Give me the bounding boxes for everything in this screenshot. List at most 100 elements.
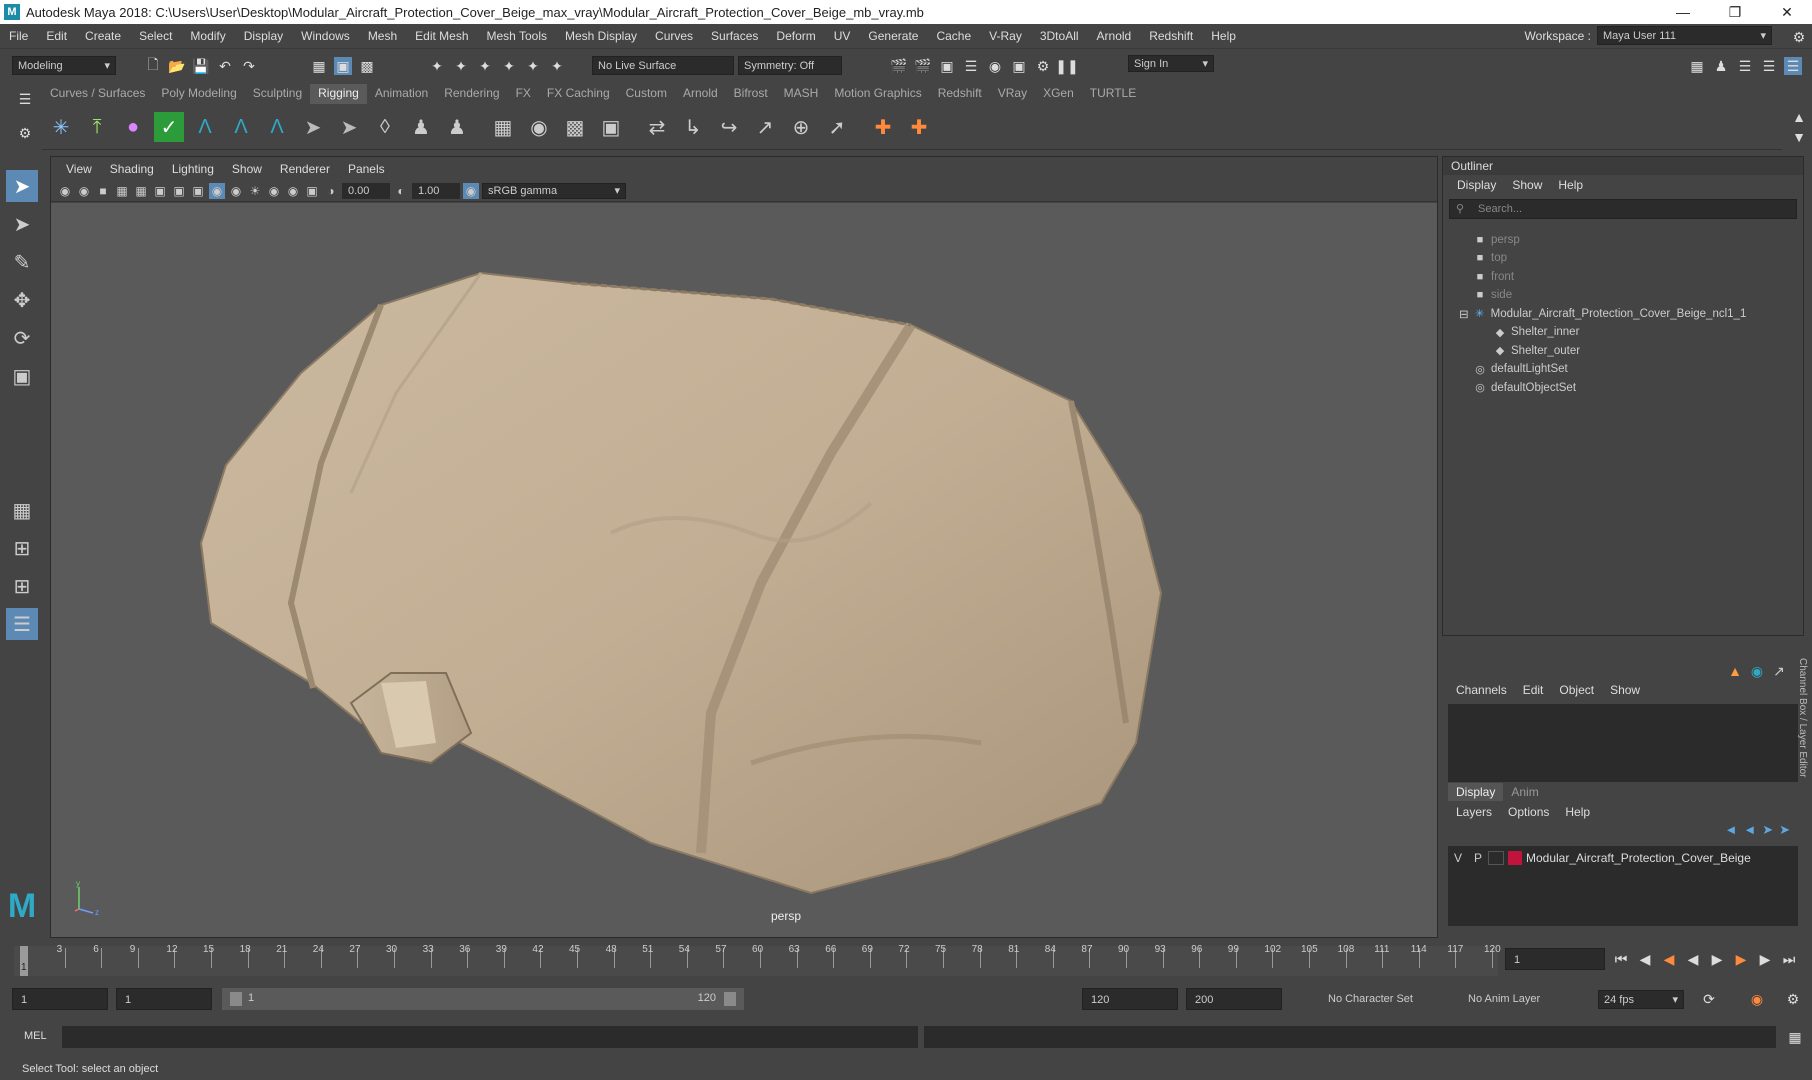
loop-icon[interactable]: ⟳	[1700, 990, 1718, 1008]
menu-edit[interactable]: Edit	[37, 29, 76, 43]
menu-surfaces[interactable]: Surfaces	[702, 29, 767, 43]
shelf-tab-custom[interactable]: Custom	[618, 84, 675, 104]
select-tool-icon[interactable]: ➤	[6, 170, 38, 202]
shelf-tab-xgen[interactable]: XGen	[1035, 84, 1082, 104]
menu-display[interactable]: Display	[235, 29, 292, 43]
command-language-label[interactable]: MEL	[24, 1030, 47, 1042]
select-hierarchy-icon[interactable]: ▦	[310, 57, 328, 75]
menu-curves[interactable]: Curves	[646, 29, 702, 43]
pole-vector-icon[interactable]: ➚	[822, 112, 852, 142]
live-surface-dropdown[interactable]: No Live Surface	[592, 56, 734, 75]
grid-icon[interactable]: ▦	[133, 183, 149, 199]
attribute-editor-toggle-icon[interactable]: ↗	[1770, 662, 1788, 680]
menu-mesh[interactable]: Mesh	[359, 29, 406, 43]
shelf-tab-vray[interactable]: VRay	[990, 84, 1035, 104]
snap-curve-icon[interactable]: ✦	[452, 57, 470, 75]
isolate-icon[interactable]: ▣	[304, 183, 320, 199]
wrap-deformer-icon[interactable]: ▩	[560, 112, 590, 142]
panel-menu-renderer[interactable]: Renderer	[271, 162, 339, 176]
auto-key-icon[interactable]: ◉	[1748, 990, 1766, 1008]
layer-row[interactable]: V P Modular_Aircraft_Protection_Cover_Be…	[1448, 848, 1788, 868]
layer-menu-help[interactable]: Help	[1557, 805, 1598, 819]
menu-generate[interactable]: Generate	[859, 29, 927, 43]
shadows-icon[interactable]: ◉	[266, 183, 282, 199]
outliner-item[interactable]: ◎ defaultObjectSet	[1443, 377, 1783, 398]
shelf-tab-arnold[interactable]: Arnold	[675, 84, 726, 104]
fps-dropdown[interactable]: 24 fps ▾	[1598, 990, 1684, 1009]
character-controls-icon[interactable]: ♟	[1712, 57, 1730, 75]
maximize-icon[interactable]: ❐	[1712, 0, 1758, 24]
layer-menu-layers[interactable]: Layers	[1448, 805, 1500, 819]
film-gate-icon[interactable]: ▣	[152, 183, 168, 199]
set-driven-key-icon[interactable]: ✚	[904, 112, 934, 142]
menu-deform[interactable]: Deform	[767, 29, 824, 43]
redo-icon[interactable]: ↷	[240, 57, 258, 75]
character-set-dropdown[interactable]: No Character Set	[1320, 988, 1440, 1010]
parent-constraint-icon[interactable]: ⇄	[642, 112, 672, 142]
menu-v-ray[interactable]: V-Ray	[980, 29, 1031, 43]
playback-end-field[interactable]: 120	[1082, 988, 1178, 1010]
ik-handle-icon[interactable]: ⤒	[82, 112, 112, 142]
image-plane-icon[interactable]: ▦	[114, 183, 130, 199]
menu-select[interactable]: Select	[130, 29, 181, 43]
snap-point-icon[interactable]: ✦	[476, 57, 494, 75]
snap-surface-icon[interactable]: ✦	[524, 57, 542, 75]
outliner-menu-display[interactable]: Display	[1449, 178, 1504, 192]
scale-constraint-icon[interactable]: ↗	[750, 112, 780, 142]
shelf-tab-fx[interactable]: FX	[508, 84, 539, 104]
menu-3dtoall[interactable]: 3DtoAll	[1031, 29, 1088, 43]
go-to-start-icon[interactable]: ⏮	[1612, 950, 1630, 968]
move-layer-down-icon[interactable]: ◄	[1743, 822, 1756, 842]
menu-create[interactable]: Create	[76, 29, 130, 43]
move-layer-up-icon[interactable]: ◄	[1724, 822, 1737, 842]
lights-icon[interactable]: ☀	[247, 183, 263, 199]
wire-deformer-icon[interactable]: ▣	[596, 112, 626, 142]
menu-help[interactable]: Help	[1202, 29, 1245, 43]
minimize-icon[interactable]: —	[1660, 0, 1706, 24]
time-slider[interactable]: 1 1 ⏮ ◀ ◀ ◀ ▶ ▶ ▶ ⏭ 3 6 9 12 15 18 21 24 27 30 33 3…	[0, 942, 1812, 982]
play-forward-icon[interactable]: ▶	[1708, 950, 1726, 968]
textured-icon[interactable]: ◉	[228, 183, 244, 199]
snapshot-icon[interactable]: ⚙	[1034, 57, 1052, 75]
command-input[interactable]	[62, 1026, 918, 1048]
modeling-toolkit-icon[interactable]: ▦	[1688, 57, 1706, 75]
paint-select-icon[interactable]: ✎	[6, 246, 38, 278]
ik-spline-icon[interactable]: ●	[118, 112, 148, 142]
layer-playback-toggle[interactable]: P	[1468, 851, 1488, 865]
lasso-tool-icon[interactable]: ➤	[6, 208, 38, 240]
menu-redshift[interactable]: Redshift	[1140, 29, 1202, 43]
snap-grid-icon[interactable]: ✦	[428, 57, 446, 75]
joint-tool-icon[interactable]: ✳	[46, 112, 76, 142]
close-icon[interactable]: ✕	[1764, 0, 1810, 24]
shelf-tab-curves-surfaces[interactable]: Curves / Surfaces	[42, 84, 153, 104]
step-forward-frame-icon[interactable]: ▶	[1732, 950, 1750, 968]
outliner-layout-icon[interactable]: ☰	[6, 608, 38, 640]
open-scene-icon[interactable]: 📂	[168, 57, 186, 75]
point-constraint-icon[interactable]: ↳	[678, 112, 708, 142]
anim-layer-dropdown[interactable]: No Anim Layer	[1460, 988, 1580, 1010]
snap-view-icon[interactable]: ✦	[500, 57, 518, 75]
render-frame-icon[interactable]: 🎬	[914, 57, 932, 75]
shelf-tab-rendering[interactable]: Rendering	[436, 84, 507, 104]
shelf-tab-mash[interactable]: MASH	[776, 84, 827, 104]
channel-menu-channels[interactable]: Channels	[1448, 683, 1515, 697]
layer-color-swatch[interactable]	[1508, 851, 1522, 865]
shelf-tab-motion-graphics[interactable]: Motion Graphics	[826, 84, 929, 104]
smooth-bind-icon[interactable]: Λ	[226, 112, 256, 142]
shelf-settings-icon[interactable]: ⚙	[16, 124, 34, 142]
step-back-frame-icon[interactable]: ◀	[1660, 950, 1678, 968]
collapse-icon[interactable]: ⊟	[1459, 307, 1469, 321]
play-backward-icon[interactable]: ◀	[1684, 950, 1702, 968]
channel-menu-edit[interactable]: Edit	[1515, 683, 1552, 697]
menu-mesh-display[interactable]: Mesh Display	[556, 29, 646, 43]
channel-box-icon[interactable]: ▲	[1726, 662, 1744, 680]
xray-icon[interactable]: ◉	[285, 183, 301, 199]
smooth-shade-icon[interactable]: ◉	[209, 182, 225, 199]
step-forward-key-icon[interactable]: ▶	[1756, 950, 1774, 968]
hypershade-icon[interactable]: ◉	[986, 57, 1004, 75]
cluster-icon[interactable]: ▦	[488, 112, 518, 142]
new-layer-selected-icon[interactable]: ➤	[1779, 822, 1790, 842]
camera-attributes-icon[interactable]: ◉	[76, 183, 92, 199]
color-management-icon[interactable]: ◉	[463, 182, 479, 199]
current-frame-field[interactable]: 1	[1505, 948, 1605, 970]
